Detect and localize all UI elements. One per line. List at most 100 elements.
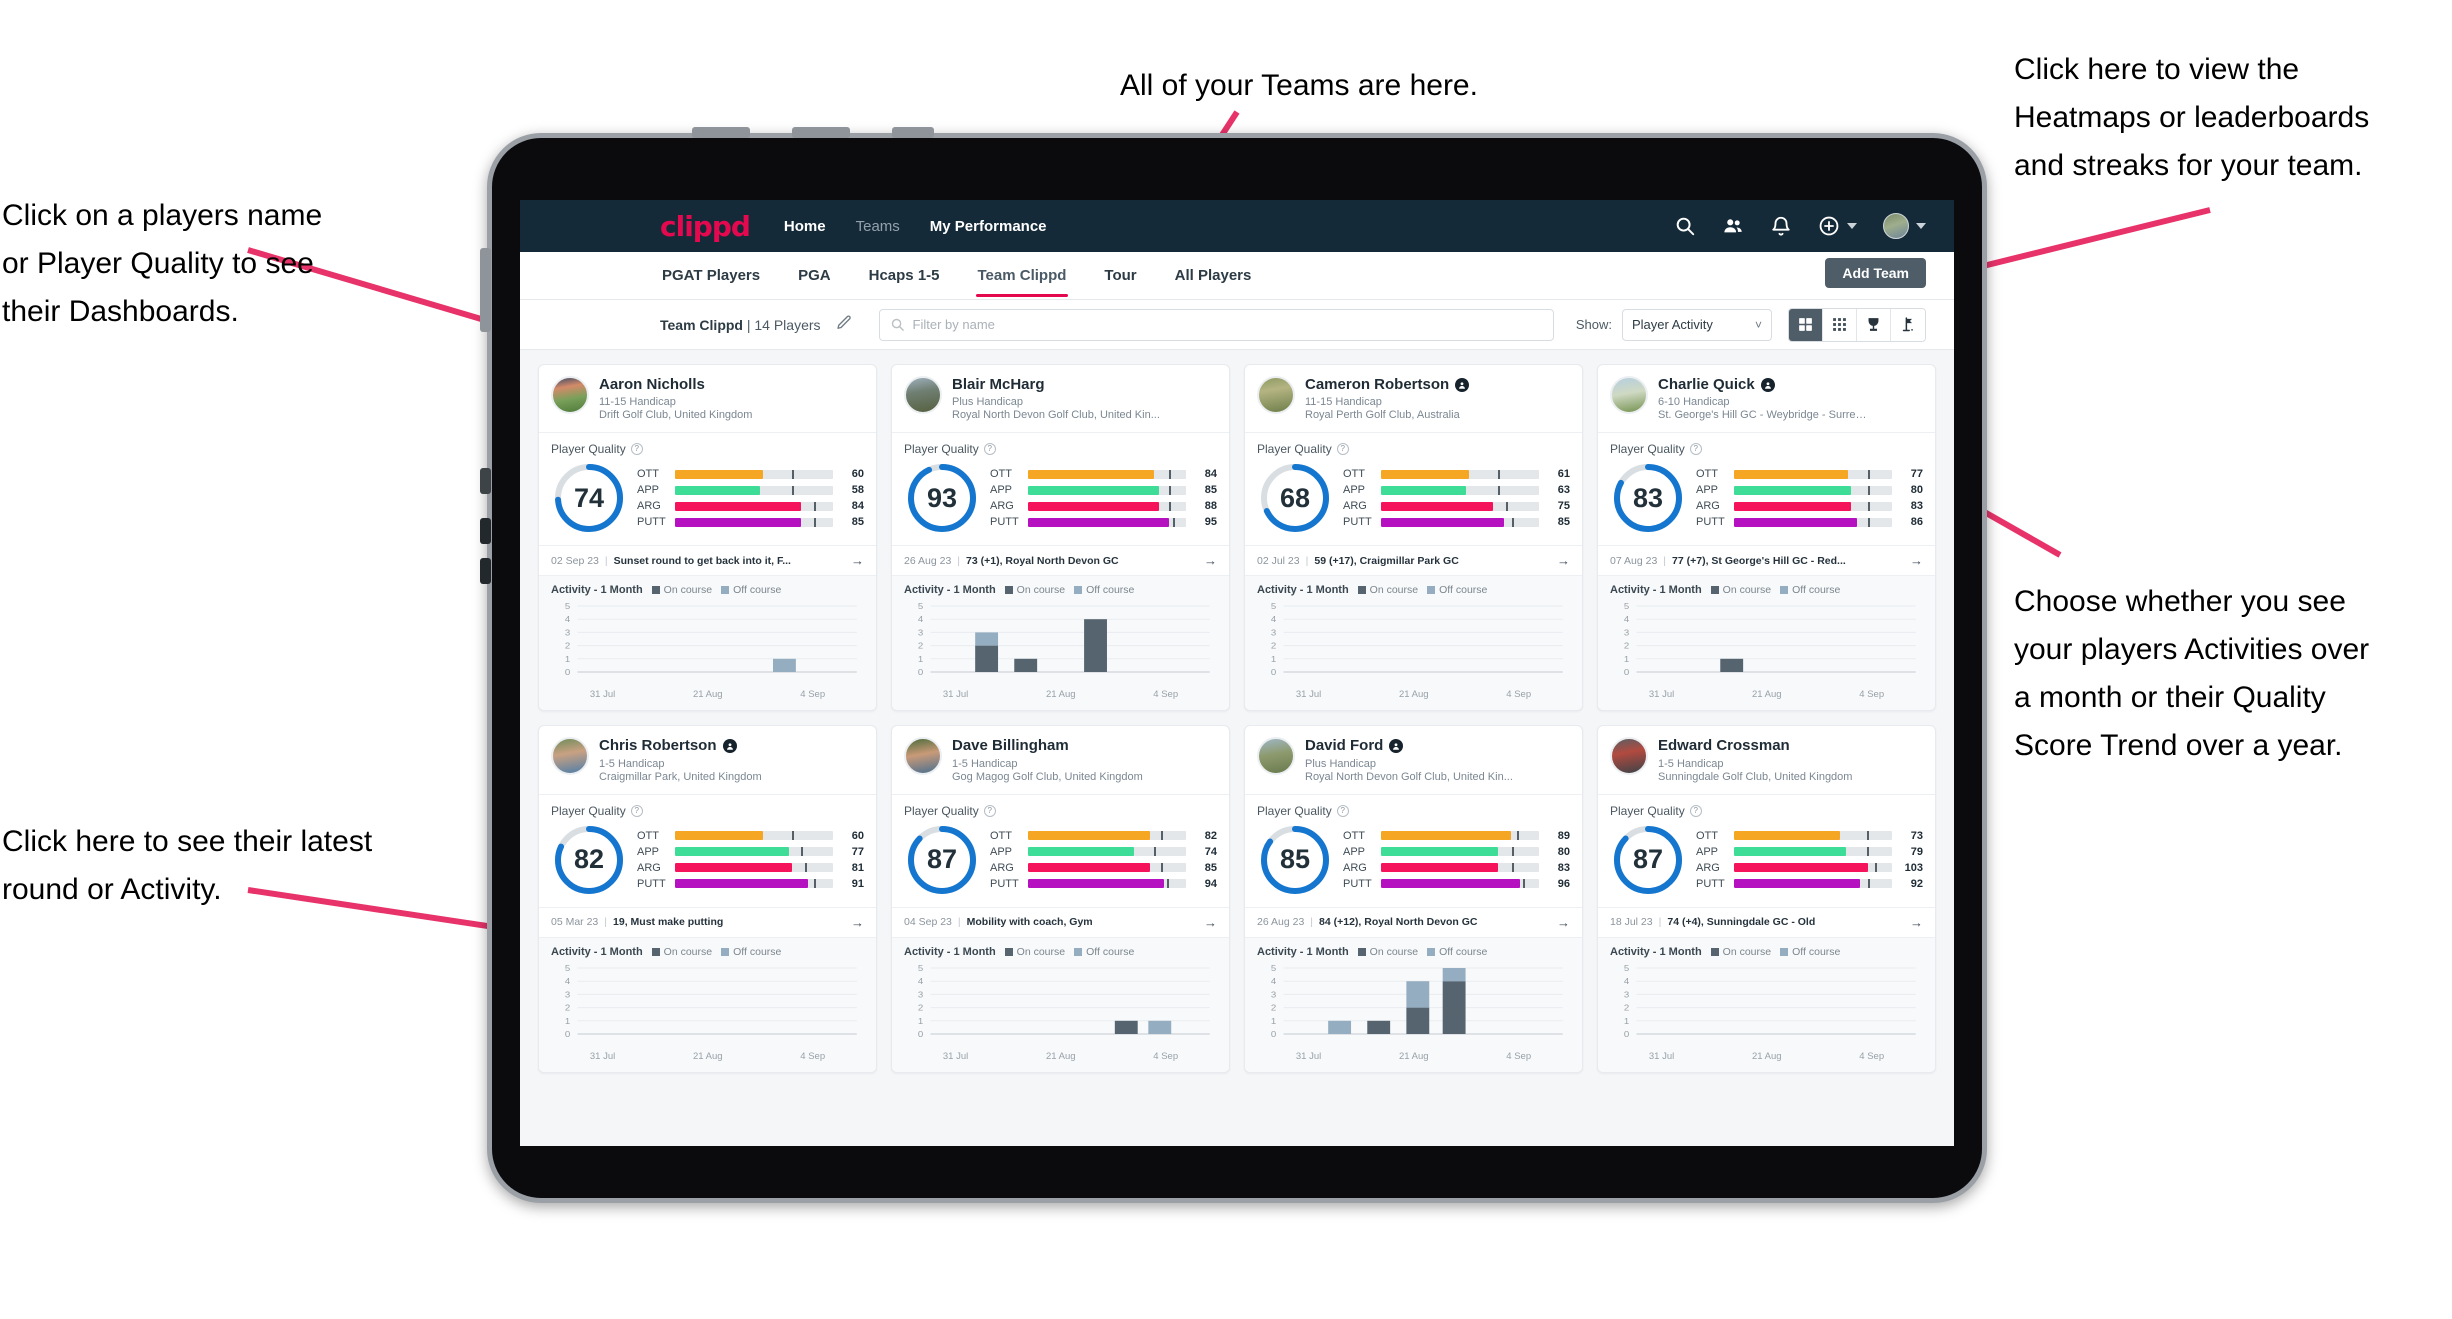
arrow-right-icon[interactable]: → [1200,553,1217,568]
player-card-header[interactable]: Dave Billingham 1-5 Handicap Gog Magog Gol… [892,726,1229,793]
latest-round-row[interactable]: 18 Jul 23 | 74 (+4), Sunningdale GC - Old → [1598,906,1935,938]
latest-round-row[interactable]: 02 Sep 23 | Sunset round to get back into … [539,545,876,577]
player-name[interactable]: David Ford [1305,737,1383,754]
plus-circle-icon[interactable] [1818,215,1840,237]
player-card-header[interactable]: David Ford Plus Handicap Royal North Devon… [1245,726,1582,793]
player-quality-section[interactable]: Player Quality? 87 OTT 73 APP 79 ARG 103 PUTT 92 [1598,795,1935,907]
tab-tour[interactable]: Tour [1102,254,1138,297]
player-card[interactable]: Chris Robertson 1-5 Handicap Craigmillar P… [538,725,877,1073]
tab-hcaps-1-5[interactable]: Hcaps 1-5 [867,254,942,297]
latest-round-row[interactable]: 02 Jul 23 | 59 (+17), Craigmillar Park GC → [1245,545,1582,577]
help-icon[interactable]: ? [630,804,643,817]
player-card-header[interactable]: Chris Robertson 1-5 Handicap Craigmillar P… [539,726,876,793]
profile-menu[interactable] [1883,213,1926,239]
latest-round-row[interactable]: 07 Aug 23 | 77 (+7), St George's Hill GC -… [1598,545,1935,577]
tab-pga[interactable]: PGA [796,254,833,297]
svg-text:0: 0 [918,1029,923,1038]
search-input[interactable]: Filter by name [878,308,1554,341]
player-card[interactable]: David Ford Plus Handicap Royal North Devon… [1244,725,1583,1073]
divider: | [1663,554,1667,567]
help-icon[interactable]: ? [983,443,996,456]
quality-metric-value: 84 [1204,468,1217,481]
quality-metric-bar [1381,831,1539,840]
player-name[interactable]: Edward Crossman [1658,737,1790,754]
svg-text:1: 1 [1271,655,1276,664]
player-card[interactable]: Edward Crossman 1-5 Handicap Sunningdale G… [1597,725,1936,1073]
trophy-leaderboard-view-button[interactable] [1857,308,1891,341]
help-icon[interactable]: ? [1689,804,1702,817]
latest-round-date: 26 Aug 23 [1257,916,1305,928]
add-team-button[interactable]: Add Team [1825,258,1926,288]
player-name[interactable]: Chris Robertson [599,737,717,754]
quality-metric-label: OTT [637,829,659,842]
tab-all-players[interactable]: All Players [1173,254,1254,297]
player-quality-section[interactable]: Player Quality? 85 OTT 89 APP 80 ARG 83 PUTT 96 [1245,795,1582,907]
player-quality-section[interactable]: Player Quality? 68 OTT 61 APP 63 ARG 75 PUTT 85 [1245,433,1582,545]
activity-header: Activity - 1 Month On course Off course [1610,946,1923,958]
quality-metric-row: PUTT 96 [1343,878,1570,890]
player-card-header[interactable]: Cameron Robertson 11-15 Handicap Royal Per… [1245,365,1582,432]
team-toolbar: Team Clippd | 14 Players Filter by name … [520,300,1954,350]
latest-round-row[interactable]: 05 Mar 23 | 19, Must make putting → [539,906,876,938]
player-card-header[interactable]: Edward Crossman 1-5 Handicap Sunningdale G… [1598,726,1935,793]
svg-text:3: 3 [565,628,570,637]
player-name[interactable]: Blair McHarg [952,376,1045,393]
quality-metric-row: PUTT 92 [1696,878,1923,890]
quality-metric-value: 86 [1910,516,1923,529]
latest-round-row[interactable]: 26 Aug 23 | 84 (+12), Royal North Devon GC… [1245,906,1582,938]
player-card[interactable]: Aaron Nicholls 11-15 Handicap Drift Golf C… [538,364,877,712]
arrow-right-icon[interactable]: → [1200,915,1217,930]
nav-link-teams[interactable]: Teams [856,218,900,235]
arrow-right-icon[interactable]: → [1553,915,1570,930]
tab-team-clippd[interactable]: Team Clippd [975,254,1069,297]
player-name[interactable]: Aaron Nicholls [599,376,705,393]
arrow-right-icon[interactable]: → [1906,553,1923,568]
tab-pgat-players[interactable]: PGAT Players [660,254,762,297]
player-name[interactable]: Cameron Robertson [1305,376,1449,393]
quality-metric-value: 58 [851,484,864,497]
grid-large-view-button[interactable] [1789,308,1823,341]
nav-link-home[interactable]: Home [784,218,826,235]
player-card[interactable]: Blair McHarg Plus Handicap Royal North Dev… [891,364,1230,712]
help-icon[interactable]: ? [983,804,996,817]
arrow-right-icon[interactable]: → [1553,553,1570,568]
latest-round-text: 19, Must make putting [613,916,724,928]
player-quality-section[interactable]: Player Quality? 74 OTT 60 APP 58 ARG 84 PUTT 85 [539,433,876,545]
golf-flag-heatmap-view-button[interactable] [1891,308,1925,341]
latest-round-row[interactable]: 26 Aug 23 | 73 (+1), Royal North Devon GC → [892,545,1229,577]
player-quality-section[interactable]: Player Quality? 83 OTT 77 APP 80 ARG 83 PUTT 86 [1598,433,1935,545]
arrow-right-icon[interactable]: → [847,553,864,568]
svg-text:5: 5 [1624,964,1629,973]
avatar[interactable] [1883,213,1909,239]
bell-icon[interactable] [1770,215,1792,237]
help-icon[interactable]: ? [1336,804,1349,817]
player-card-header[interactable]: Aaron Nicholls 11-15 Handicap Drift Golf C… [539,365,876,432]
help-icon[interactable]: ? [1336,443,1349,456]
player-card[interactable]: Charlie Quick 6-10 Handicap St. George's H… [1597,364,1936,712]
help-icon[interactable]: ? [1689,443,1702,456]
arrow-right-icon[interactable]: → [1906,915,1923,930]
nav-link-my-performance[interactable]: My Performance [930,218,1047,235]
show-select[interactable]: Player Activity ˅ [1622,308,1772,341]
help-icon[interactable]: ? [630,443,643,456]
player-name[interactable]: Charlie Quick [1658,376,1755,393]
player-name[interactable]: Dave Billingham [952,737,1069,754]
add-menu[interactable] [1818,215,1857,237]
quality-metric-benchmark-tick [1868,879,1871,888]
player-card[interactable]: Cameron Robertson 11-15 Handicap Royal Per… [1244,364,1583,712]
player-card-header[interactable]: Charlie Quick 6-10 Handicap St. George's H… [1598,365,1935,432]
latest-round-row[interactable]: 04 Sep 23 | Mobility with coach, Gym → [892,906,1229,938]
player-quality-section[interactable]: Player Quality? 87 OTT 82 APP 74 ARG 85 PUTT 94 [892,795,1229,907]
player-card-header[interactable]: Blair McHarg Plus Handicap Royal North Dev… [892,365,1229,432]
pencil-icon[interactable] [835,314,857,336]
arrow-right-icon[interactable]: → [847,915,864,930]
search-icon[interactable] [1674,215,1696,237]
player-quality-section[interactable]: Player Quality? 93 OTT 84 APP 85 ARG 88 PUTT 95 [892,433,1229,545]
legend-swatch [1780,947,1789,956]
clippd-logo[interactable]: clippd [540,210,751,243]
quality-metric-value: 77 [851,845,864,858]
people-icon[interactable] [1722,215,1744,237]
player-quality-section[interactable]: Player Quality? 82 OTT 60 APP 77 ARG 81 PUTT 91 [539,795,876,907]
grid-dense-view-button[interactable] [1823,308,1857,341]
player-card[interactable]: Dave Billingham 1-5 Handicap Gog Magog Gol… [891,725,1230,1073]
